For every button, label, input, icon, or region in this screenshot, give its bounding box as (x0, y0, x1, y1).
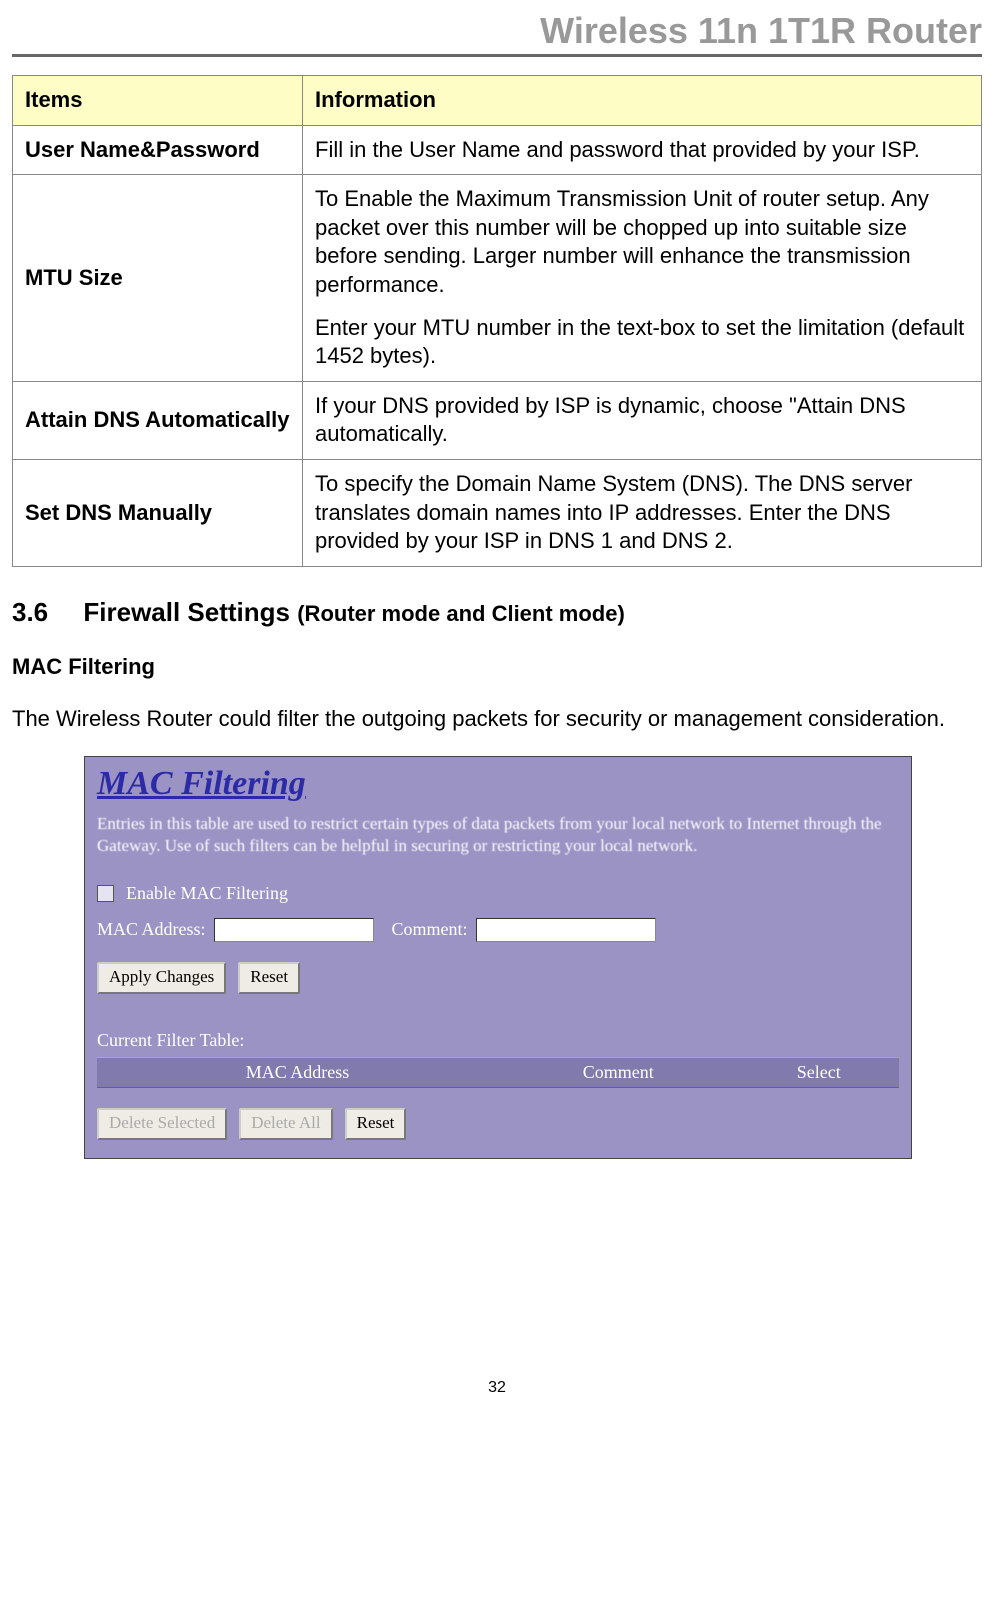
page-number: 32 (12, 1379, 982, 1397)
cell-item: User Name&Password (13, 125, 303, 175)
filter-table-header: MAC Address Comment Select (97, 1057, 899, 1088)
th-items: Items (13, 76, 303, 126)
input-row: MAC Address: Comment: (97, 918, 899, 942)
cell-info: To Enable the Maximum Transmission Unit … (303, 175, 982, 382)
mac-address-input[interactable] (214, 918, 374, 942)
enable-checkbox[interactable] (97, 885, 114, 902)
cell-paragraph: Enter your MTU number in the text-box to… (315, 314, 969, 371)
filter-table-label: Current Filter Table: (97, 1030, 899, 1051)
table-row: Set DNS Manually To specify the Domain N… (13, 459, 982, 566)
body-text: The Wireless Router could filter the out… (12, 706, 982, 732)
th-info: Information (303, 76, 982, 126)
cell-item: Set DNS Manually (13, 459, 303, 566)
mac-address-label: MAC Address: (97, 919, 206, 940)
panel-title: MAC Filtering (97, 765, 899, 803)
sub-heading: MAC Filtering (12, 654, 982, 680)
cell-info: If your DNS provided by ISP is dynamic, … (303, 381, 982, 459)
panel-description: Entries in this table are used to restri… (97, 813, 899, 857)
cell-item: Attain DNS Automatically (13, 381, 303, 459)
reset-button[interactable]: Reset (238, 962, 300, 994)
button-row-2: Delete Selected Delete All Reset (97, 1108, 899, 1140)
col-mac: MAC Address (97, 1062, 498, 1083)
table-row: MTU Size To Enable the Maximum Transmiss… (13, 175, 982, 382)
cell-paragraph: To Enable the Maximum Transmission Unit … (315, 185, 969, 299)
enable-label: Enable MAC Filtering (126, 883, 288, 904)
section-subtitle: (Router mode and Client mode) (297, 601, 625, 626)
enable-row: Enable MAC Filtering (97, 883, 899, 904)
cell-info: Fill in the User Name and password that … (303, 125, 982, 175)
section-title: Firewall Settings (83, 597, 290, 627)
settings-table: Items Information User Name&Password Fil… (12, 75, 982, 567)
col-select: Select (739, 1062, 899, 1083)
reset-button-2[interactable]: Reset (345, 1108, 407, 1140)
delete-all-button[interactable]: Delete All (239, 1108, 332, 1140)
table-row: User Name&Password Fill in the User Name… (13, 125, 982, 175)
mac-filtering-panel: MAC Filtering Entries in this table are … (84, 756, 912, 1159)
comment-label: Comment: (392, 919, 468, 940)
button-row-1: Apply Changes Reset (97, 962, 899, 994)
apply-changes-button[interactable]: Apply Changes (97, 962, 226, 994)
cell-info: To specify the Domain Name System (DNS).… (303, 459, 982, 566)
delete-selected-button[interactable]: Delete Selected (97, 1108, 227, 1140)
section-heading: 3.6 Firewall Settings (Router mode and C… (12, 597, 982, 628)
cell-item: MTU Size (13, 175, 303, 382)
page-header: Wireless 11n 1T1R Router (12, 10, 982, 57)
col-comment: Comment (498, 1062, 739, 1083)
table-row: Attain DNS Automatically If your DNS pro… (13, 381, 982, 459)
section-number: 3.6 (12, 597, 48, 628)
comment-input[interactable] (476, 918, 656, 942)
